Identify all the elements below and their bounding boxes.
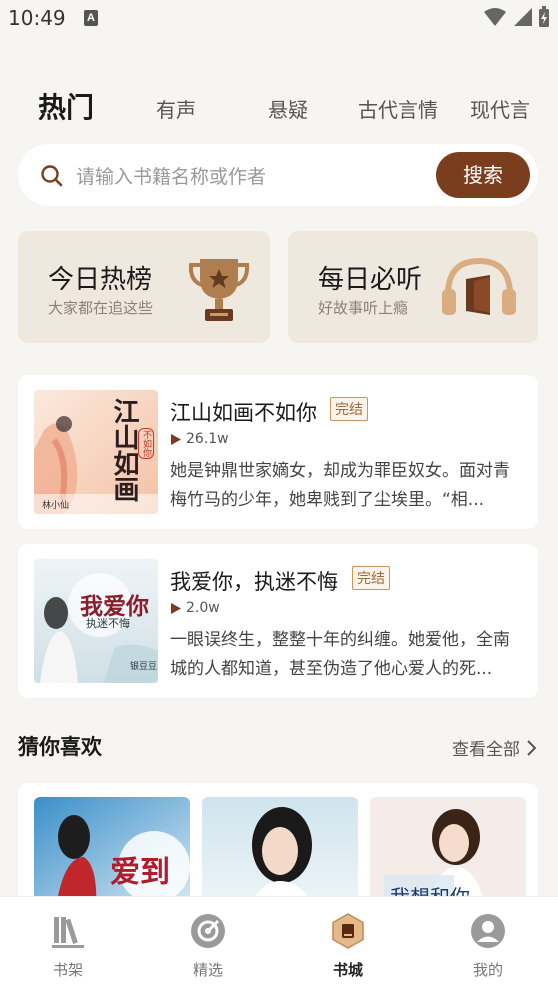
- tab-modern-romance[interactable]: 现代言: [470, 94, 530, 123]
- recommendation-cover[interactable]: 爱到: [34, 797, 190, 903]
- recommendation-cover[interactable]: 我想和你: [370, 797, 526, 903]
- book-cover-subtitle: 执迷不悔: [86, 617, 130, 630]
- headphones-icon: [442, 257, 516, 315]
- book-cover[interactable]: 我爱你 执迷不悔 银豆豆: [34, 559, 158, 683]
- nav-bookstore[interactable]: 书城: [308, 913, 388, 980]
- feature-subtitle: 好故事听上瘾: [318, 299, 409, 317]
- play-count-value: 26.1w: [186, 431, 229, 447]
- book-description: 一眼误终生，整整十年的纠缠。她爱他，全南城的人都知道，甚至伪造了他心爱人的死..…: [170, 630, 510, 679]
- play-count-value: 2.0w: [186, 600, 220, 616]
- feature-title: 今日热榜: [48, 265, 153, 295]
- wifi-icon: [484, 8, 506, 26]
- nav-label: 精选: [192, 961, 223, 979]
- book-card[interactable]: 江山如画 不如你 林小仙 江山如画不如你 完结 26.1w 她是钟鼎世家嫡女，却…: [18, 375, 538, 529]
- nav-bookshelf[interactable]: 书架: [28, 913, 108, 980]
- play-count: 26.1w: [170, 431, 229, 447]
- status-badge: 完结: [352, 566, 390, 590]
- bookshelf-icon: [52, 917, 84, 948]
- section-title: 猜你喜欢: [18, 735, 102, 759]
- status-icons: [484, 6, 550, 28]
- profile-icon: [471, 914, 505, 948]
- view-all-label: 查看全部: [452, 740, 520, 760]
- book-cover-author: 林小仙: [42, 501, 70, 511]
- status-badge: 完结: [330, 397, 368, 421]
- search-bar: 请输入书籍名称或作者 搜索: [18, 144, 538, 206]
- signal-icon: [514, 8, 532, 26]
- book-cover-subtitle: 不如你: [138, 428, 154, 459]
- play-icon: [171, 602, 181, 614]
- bottom-navigation: 书架 精选 书城 我的: [0, 896, 558, 994]
- tab-suspense[interactable]: 悬疑: [268, 94, 308, 123]
- featured-icon: [191, 914, 225, 948]
- tab-audio[interactable]: 有声: [156, 94, 196, 123]
- book-card[interactable]: 我爱你 执迷不悔 银豆豆 我爱你，执迷不悔 完结 2.0w 一眼误终生，整整十年…: [18, 544, 538, 698]
- bookstore-icon: [332, 913, 364, 949]
- cover-text: 爱到: [110, 855, 170, 890]
- search-button[interactable]: 搜索: [436, 152, 530, 198]
- category-tabs: 热门 有声 悬疑 古代言情 现代言: [0, 86, 558, 130]
- book-description: 她是钟鼎世家嫡女，却成为罪臣奴女。面对青梅竹马的少年，她卑贱到了尘埃里。“相..…: [170, 461, 510, 510]
- nav-featured[interactable]: 精选: [168, 913, 248, 980]
- chevron-right-icon: [527, 739, 536, 756]
- book-cover-title: 江山如画: [109, 398, 139, 502]
- book-title[interactable]: 江山如画不如你: [170, 397, 317, 427]
- play-count: 2.0w: [170, 600, 220, 616]
- battery-icon: [539, 6, 549, 27]
- status-time: 10:49: [8, 6, 66, 30]
- notification-a-icon: A: [84, 10, 98, 26]
- book-cover-author: 银豆豆: [130, 662, 158, 672]
- status-bar: 10:49 A: [0, 0, 558, 36]
- trophy-icon: [188, 259, 250, 321]
- feature-title: 每日必听: [318, 265, 423, 295]
- cover-art: [202, 797, 358, 903]
- nav-label: 书架: [52, 961, 83, 979]
- nav-label: 书城: [332, 961, 363, 979]
- daily-must-listen-card[interactable]: 每日必听 好故事听上瘾: [288, 231, 538, 343]
- nav-label: 我的: [472, 961, 503, 979]
- today-hot-list-card[interactable]: 今日热榜 大家都在追这些: [18, 231, 270, 343]
- feature-subtitle: 大家都在追这些: [48, 299, 154, 317]
- play-icon: [171, 433, 181, 445]
- recommendation-cover[interactable]: [202, 797, 358, 903]
- search-input[interactable]: 请输入书籍名称或作者: [76, 162, 266, 189]
- tab-ancient-romance[interactable]: 古代言情: [358, 94, 438, 123]
- book-cover[interactable]: 江山如画 不如你 林小仙: [34, 390, 158, 514]
- book-title[interactable]: 我爱你，执迷不悔: [170, 566, 338, 596]
- view-all-link[interactable]: 查看全部: [452, 735, 536, 760]
- nav-profile[interactable]: 我的: [448, 913, 528, 980]
- guess-panel: 爱到 我想和你: [18, 783, 538, 903]
- search-icon: [41, 165, 63, 187]
- tab-hot[interactable]: 热门: [38, 86, 94, 126]
